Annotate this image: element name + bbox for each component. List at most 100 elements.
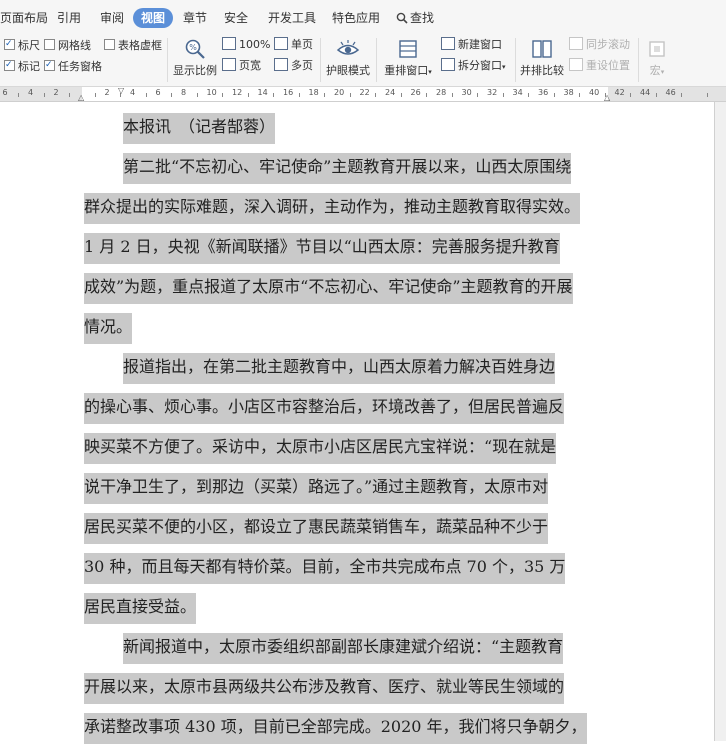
view-ribbon: 标尺 网格线 表格虚框 标记 任务窗格 % 显示比例 100% 页宽 单页 多页… xyxy=(0,34,726,87)
ruler-tick xyxy=(655,93,657,97)
vertical-scrollbar[interactable] xyxy=(714,102,726,741)
ribbon-separator xyxy=(638,38,639,82)
ruler-number: 2 xyxy=(104,88,110,97)
ruler-tick xyxy=(426,93,428,97)
reset-position-label: 重设位置 xyxy=(586,59,630,72)
ruler-tick xyxy=(18,93,20,97)
doc-line: 居民买菜不便的小区，都设立了惠民蔬菜销售车，蔬菜品种不少于 xyxy=(84,513,549,544)
table-gridlines-label: 表格虚框 xyxy=(118,39,162,52)
markup-checkbox[interactable]: 标记 xyxy=(4,58,40,74)
ruler-tick xyxy=(451,93,453,97)
ruler-tick xyxy=(196,93,198,97)
tab-references[interactable]: 引用 xyxy=(57,8,81,28)
sync-scroll-button[interactable]: 同步滚动 xyxy=(569,37,630,53)
ruler-number: 18 xyxy=(308,88,319,97)
macro-icon xyxy=(642,36,672,62)
gridlines-checkbox[interactable]: 网格线 xyxy=(44,39,91,53)
ruler-tick xyxy=(69,93,71,97)
document-page[interactable]: 本报讯 （记者郜蓉） 第二批“不忘初心、牢记使命”主题教育开展以来，山西太原围绕… xyxy=(0,102,715,744)
new-window-button[interactable]: 新建窗口 xyxy=(441,37,502,53)
multi-page-button[interactable]: 多页 xyxy=(274,58,313,74)
search-label: 查找 xyxy=(410,11,435,25)
ruler-number: 46 xyxy=(665,88,676,97)
ruler-tick xyxy=(298,93,300,97)
ruler-tick xyxy=(502,93,504,97)
zoom-100-label: 100% xyxy=(239,38,271,51)
doc-line-text: 本报讯 （记者郜蓉） xyxy=(123,113,276,144)
macro-label: 宏 xyxy=(649,64,661,77)
doc-line: 30 种，而且每天都有特价菜。目前，全市共完成布点 70 个，35 万 xyxy=(84,553,566,584)
ruler-checkbox[interactable]: 标尺 xyxy=(4,37,40,53)
ruler-number: 22 xyxy=(359,88,370,97)
page-width-icon xyxy=(222,58,236,71)
checkbox-box xyxy=(4,58,15,72)
tab-review[interactable]: 审阅 xyxy=(100,8,124,28)
macro-button[interactable]: 宏▾ xyxy=(642,36,672,78)
tab-page-layout[interactable]: 页面布局 xyxy=(0,8,48,28)
single-page-button[interactable]: 单页 xyxy=(274,37,313,53)
ruler-tick xyxy=(43,93,45,97)
new-window-label: 新建窗口 xyxy=(458,38,502,51)
task-pane-checkbox[interactable]: 任务窗格 xyxy=(44,58,102,74)
eye-icon xyxy=(325,36,371,62)
ruler-number: 16 xyxy=(283,88,294,97)
doc-line: 开展以来，太原市县两级共公布涉及教育、医疗、就业等民生领域的 xyxy=(84,673,565,704)
checkbox-box xyxy=(104,39,115,50)
right-indent-marker[interactable]: △ xyxy=(604,93,610,102)
ruler-number: 32 xyxy=(487,88,498,97)
reset-position-icon xyxy=(569,58,583,71)
one-to-one-icon xyxy=(222,37,236,50)
ruler-tick xyxy=(706,93,708,97)
ruler-number: 42 xyxy=(614,88,625,97)
doc-line-text: 群众提出的实际难题，深入调研，主动作为，推动主题教育取得实效。 xyxy=(84,193,581,224)
eye-mode-button[interactable]: 护眼模式 xyxy=(325,36,371,78)
ruler-number: 2 xyxy=(53,88,59,97)
ruler-tick xyxy=(145,93,147,97)
tab-chapter[interactable]: 章节 xyxy=(183,8,207,28)
tab-developer-tools[interactable]: 开发工具 xyxy=(268,8,316,28)
tab-view[interactable]: 视图 xyxy=(133,8,174,28)
zoom-100-button[interactable]: 100% xyxy=(222,37,270,53)
doc-line: 居民直接受益。 xyxy=(84,593,197,624)
dropdown-arrow-icon: ▾ xyxy=(502,63,506,71)
split-window-icon xyxy=(441,58,455,71)
single-page-icon xyxy=(274,37,288,50)
document-canvas: 本报讯 （记者郜蓉） 第二批“不忘初心、牢记使命”主题教育开展以来，山西太原围绕… xyxy=(0,102,726,744)
doc-line-text: 情况。 xyxy=(84,313,133,344)
ruler-tick xyxy=(681,93,683,97)
doc-line-text: 新闻报道中，太原市委组织部副部长康建斌介绍说：“主题教育 xyxy=(123,633,564,664)
ruler-number: 40 xyxy=(589,88,600,97)
ruler-number: 4 xyxy=(130,88,136,97)
display-ratio-label: 显示比例 xyxy=(173,64,217,77)
rearrange-window-icon xyxy=(381,36,435,62)
left-indent-marker[interactable]: △ xyxy=(78,93,84,102)
ruler-tick xyxy=(247,93,249,97)
doc-line-text: 居民直接受益。 xyxy=(84,593,197,624)
search-button[interactable]: 查找 xyxy=(396,8,434,28)
display-ratio-button[interactable]: % 显示比例 xyxy=(172,36,218,78)
page-width-button[interactable]: 页宽 xyxy=(222,58,261,74)
ruler-tick xyxy=(477,93,479,97)
first-line-indent-marker[interactable]: ▽ xyxy=(118,86,124,95)
side-by-side-button[interactable]: 并排比较 xyxy=(519,36,565,78)
table-gridlines-checkbox[interactable]: 表格虚框 xyxy=(104,39,162,53)
reset-position-button[interactable]: 重设位置 xyxy=(569,58,630,74)
rearrange-window-button[interactable]: 重排窗口▾ xyxy=(381,36,435,78)
split-window-button[interactable]: 拆分窗口▾ xyxy=(441,58,506,74)
ruler-number: 10 xyxy=(206,88,217,97)
doc-line: 第二批“不忘初心、牢记使命”主题教育开展以来，山西太原围绕 xyxy=(123,153,572,184)
dropdown-arrow-icon: ▾ xyxy=(660,68,665,76)
dropdown-arrow-icon: ▾ xyxy=(428,68,432,76)
ribbon-separator xyxy=(376,38,377,82)
ruler-tick xyxy=(375,93,377,97)
ruler-number: 44 xyxy=(640,88,651,97)
tab-security[interactable]: 安全 xyxy=(224,8,248,28)
ruler-number: 30 xyxy=(461,88,472,97)
ruler-number: 12 xyxy=(232,88,243,97)
horizontal-ruler[interactable]: 6 4 2 2 4 6 8 10 12 14 16 18 20 22 24 26 28 30 32 34 36 38 40 4… xyxy=(0,86,726,102)
tab-featured-apps[interactable]: 特色应用 xyxy=(332,8,380,28)
markup-label: 标记 xyxy=(18,60,40,73)
svg-text:%: % xyxy=(189,43,197,52)
single-page-label: 单页 xyxy=(291,38,313,51)
doc-line: 新闻报道中，太原市委组织部副部长康建斌介绍说：“主题教育 xyxy=(123,633,564,664)
